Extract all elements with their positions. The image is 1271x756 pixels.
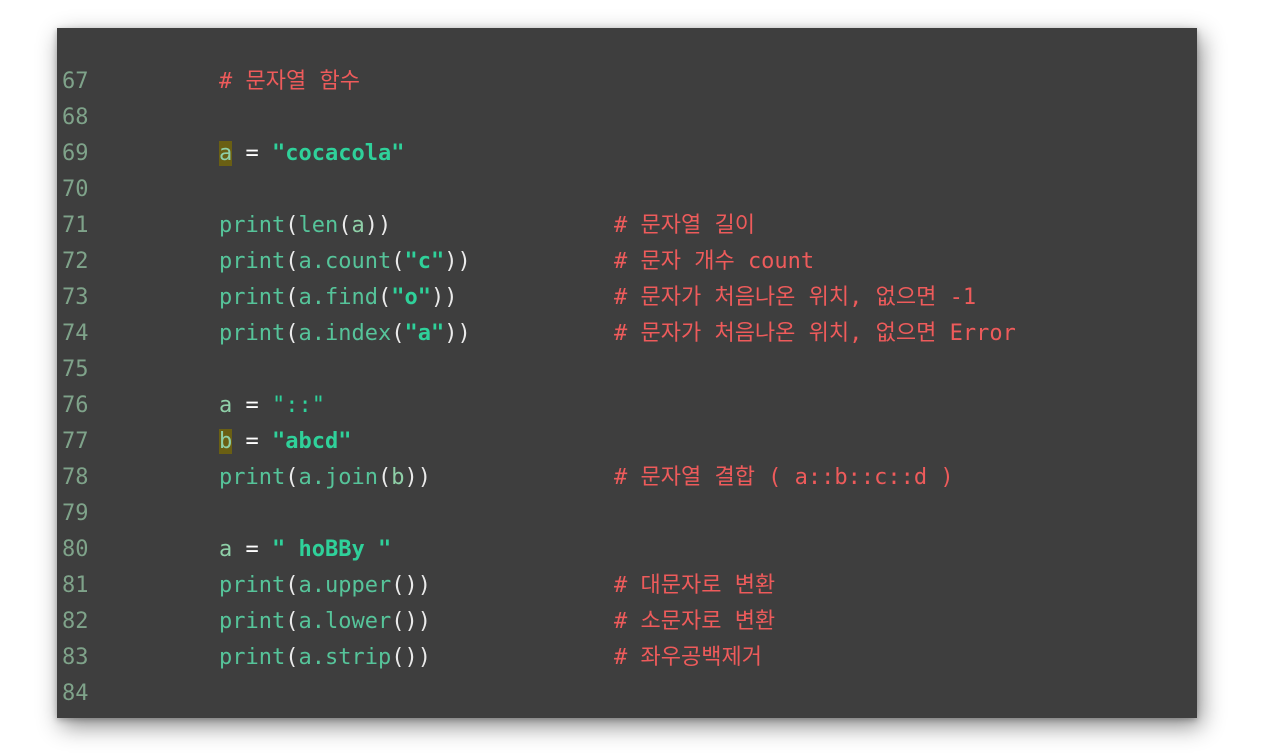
code-line: 77 a = "::" — [57, 388, 1197, 454]
method-call: a.upper — [298, 573, 392, 598]
code-text: a = "::" — [219, 388, 325, 424]
code-line: 73 print(a.count("c")) # 문자 개수 count — [57, 244, 1197, 310]
code-line: 75 print(a.index("a")) # 문자가 처음나온 위치, 없으… — [57, 316, 1197, 382]
comment-text: # 문자 개수 count — [614, 249, 815, 274]
paren: ( — [285, 285, 299, 310]
comment-text: # 대문자로 변환 — [614, 573, 776, 598]
paren: ( — [285, 249, 299, 274]
method-call: a.index — [298, 321, 392, 346]
method-call: a.find — [298, 285, 378, 310]
paren: ( — [285, 645, 299, 670]
argument: a — [351, 213, 365, 238]
function-name: len — [298, 213, 339, 238]
string-literal: "cocacola" — [272, 141, 405, 166]
variable-name: a — [219, 537, 233, 562]
paren: ( — [338, 213, 352, 238]
string-literal: "c" — [404, 249, 445, 274]
string-literal: "a" — [404, 321, 445, 346]
paren: ( — [377, 465, 392, 490]
function-name: print — [219, 213, 286, 238]
paren: () — [391, 609, 418, 634]
line-number: 85 — [62, 712, 122, 718]
code-text: print(a.count("c")) — [219, 244, 471, 280]
paren: () — [391, 645, 418, 670]
code-line: 76 — [57, 352, 1197, 418]
function-name: print — [219, 321, 286, 346]
argument: b — [391, 465, 405, 490]
code-line: 69 — [57, 100, 1197, 166]
comment-text: # 문자열 결합 ( a::b::c::d ) — [614, 465, 954, 490]
function-name: print — [219, 285, 286, 310]
comment-text: # 문자열 함수 — [219, 69, 360, 94]
code-line: 79 print(a.join(b)) # 문자열 결합 ( a::b::c::… — [57, 460, 1197, 526]
operator: = — [232, 141, 272, 166]
paren: )) — [444, 249, 471, 274]
code-text: print(a.upper()) — [219, 568, 431, 604]
string-literal: "o" — [391, 285, 431, 310]
method-call: a.strip — [298, 645, 392, 670]
paren: )) — [364, 213, 392, 238]
string-literal: " hoBBy " — [272, 537, 392, 562]
paren: ) — [417, 573, 431, 598]
paren: ( — [285, 609, 299, 634]
code-line: 74 print(a.find("o")) # 문자가 처음나온 위치, 없으면… — [57, 280, 1197, 346]
paren: )) — [404, 465, 431, 490]
method-call: a.lower — [298, 609, 392, 634]
code-text: print(a.strip()) — [219, 640, 431, 676]
operator: = — [232, 429, 272, 454]
comment-text: # 문자가 처음나온 위치, 없으면 Error — [614, 321, 1016, 346]
code-line: 80 — [57, 496, 1197, 562]
code-line: 68 # 문자열 함수 — [57, 64, 1197, 130]
paren: ( — [391, 249, 405, 274]
string-literal: "::" — [272, 393, 325, 418]
paren: ( — [285, 465, 299, 490]
comment-text: # 문자가 처음나온 위치, 없으면 -1 — [614, 285, 977, 310]
code-text: print(a.lower()) — [219, 604, 431, 640]
operator: = — [232, 393, 272, 418]
function-name: print — [219, 645, 286, 670]
string-literal: "abcd" — [272, 429, 352, 454]
paren: ( — [285, 573, 299, 598]
code-line: 83 print(a.lower()) # 소문자로 변환 — [57, 604, 1197, 670]
code-line: 85 — [57, 676, 1197, 718]
paren: ( — [377, 285, 392, 310]
paren: )) — [444, 321, 471, 346]
function-name: print — [219, 249, 286, 274]
code-line: 72 print(len(a)) # 문자열 길이 — [57, 208, 1197, 274]
comment-text: # 좌우공백제거 — [614, 645, 762, 670]
code-line: 67 — [57, 28, 1197, 94]
code-line: 81 a = " hoBBy " — [57, 532, 1197, 598]
paren: ( — [285, 213, 299, 238]
paren: () — [391, 573, 418, 598]
variable-name: a — [219, 393, 233, 418]
comment-text: # 소문자로 변환 — [614, 609, 776, 634]
operator: = — [232, 537, 272, 562]
code-line: 70 a = "cocacola" — [57, 136, 1197, 202]
code-text: a = "cocacola" — [219, 136, 404, 172]
code-line: 82 print(a.upper()) # 대문자로 변환 — [57, 568, 1197, 634]
code-text: print(len(a)) — [219, 208, 391, 244]
code-editor[interactable]: 67 68 # 문자열 함수 69 70 a = "cocacola" 71 7… — [57, 28, 1197, 718]
method-call: a.count — [298, 249, 392, 274]
code-text: print(a.join(b)) — [219, 460, 431, 496]
function-name: print — [219, 465, 286, 490]
method-call: a.join — [298, 465, 378, 490]
code-text: b = "abcd" — [219, 424, 351, 460]
code-line: 84 print(a.strip()) # 좌우공백제거 — [57, 640, 1197, 706]
code-text: print(a.find("o")) — [219, 280, 457, 316]
code-text: print(a.index("a")) — [219, 316, 471, 352]
code-line: 71 — [57, 172, 1197, 238]
paren: ( — [391, 321, 405, 346]
paren: )) — [430, 285, 458, 310]
code-text: a = " hoBBy " — [219, 532, 391, 568]
variable-name: b — [219, 429, 233, 454]
paren: ) — [417, 645, 431, 670]
function-name: print — [219, 573, 286, 598]
paren: ( — [285, 321, 299, 346]
function-name: print — [219, 609, 286, 634]
comment-text: # 문자열 길이 — [614, 213, 755, 238]
code-line: 78 b = "abcd" — [57, 424, 1197, 490]
paren: ) — [417, 609, 431, 634]
variable-name: a — [219, 141, 233, 166]
